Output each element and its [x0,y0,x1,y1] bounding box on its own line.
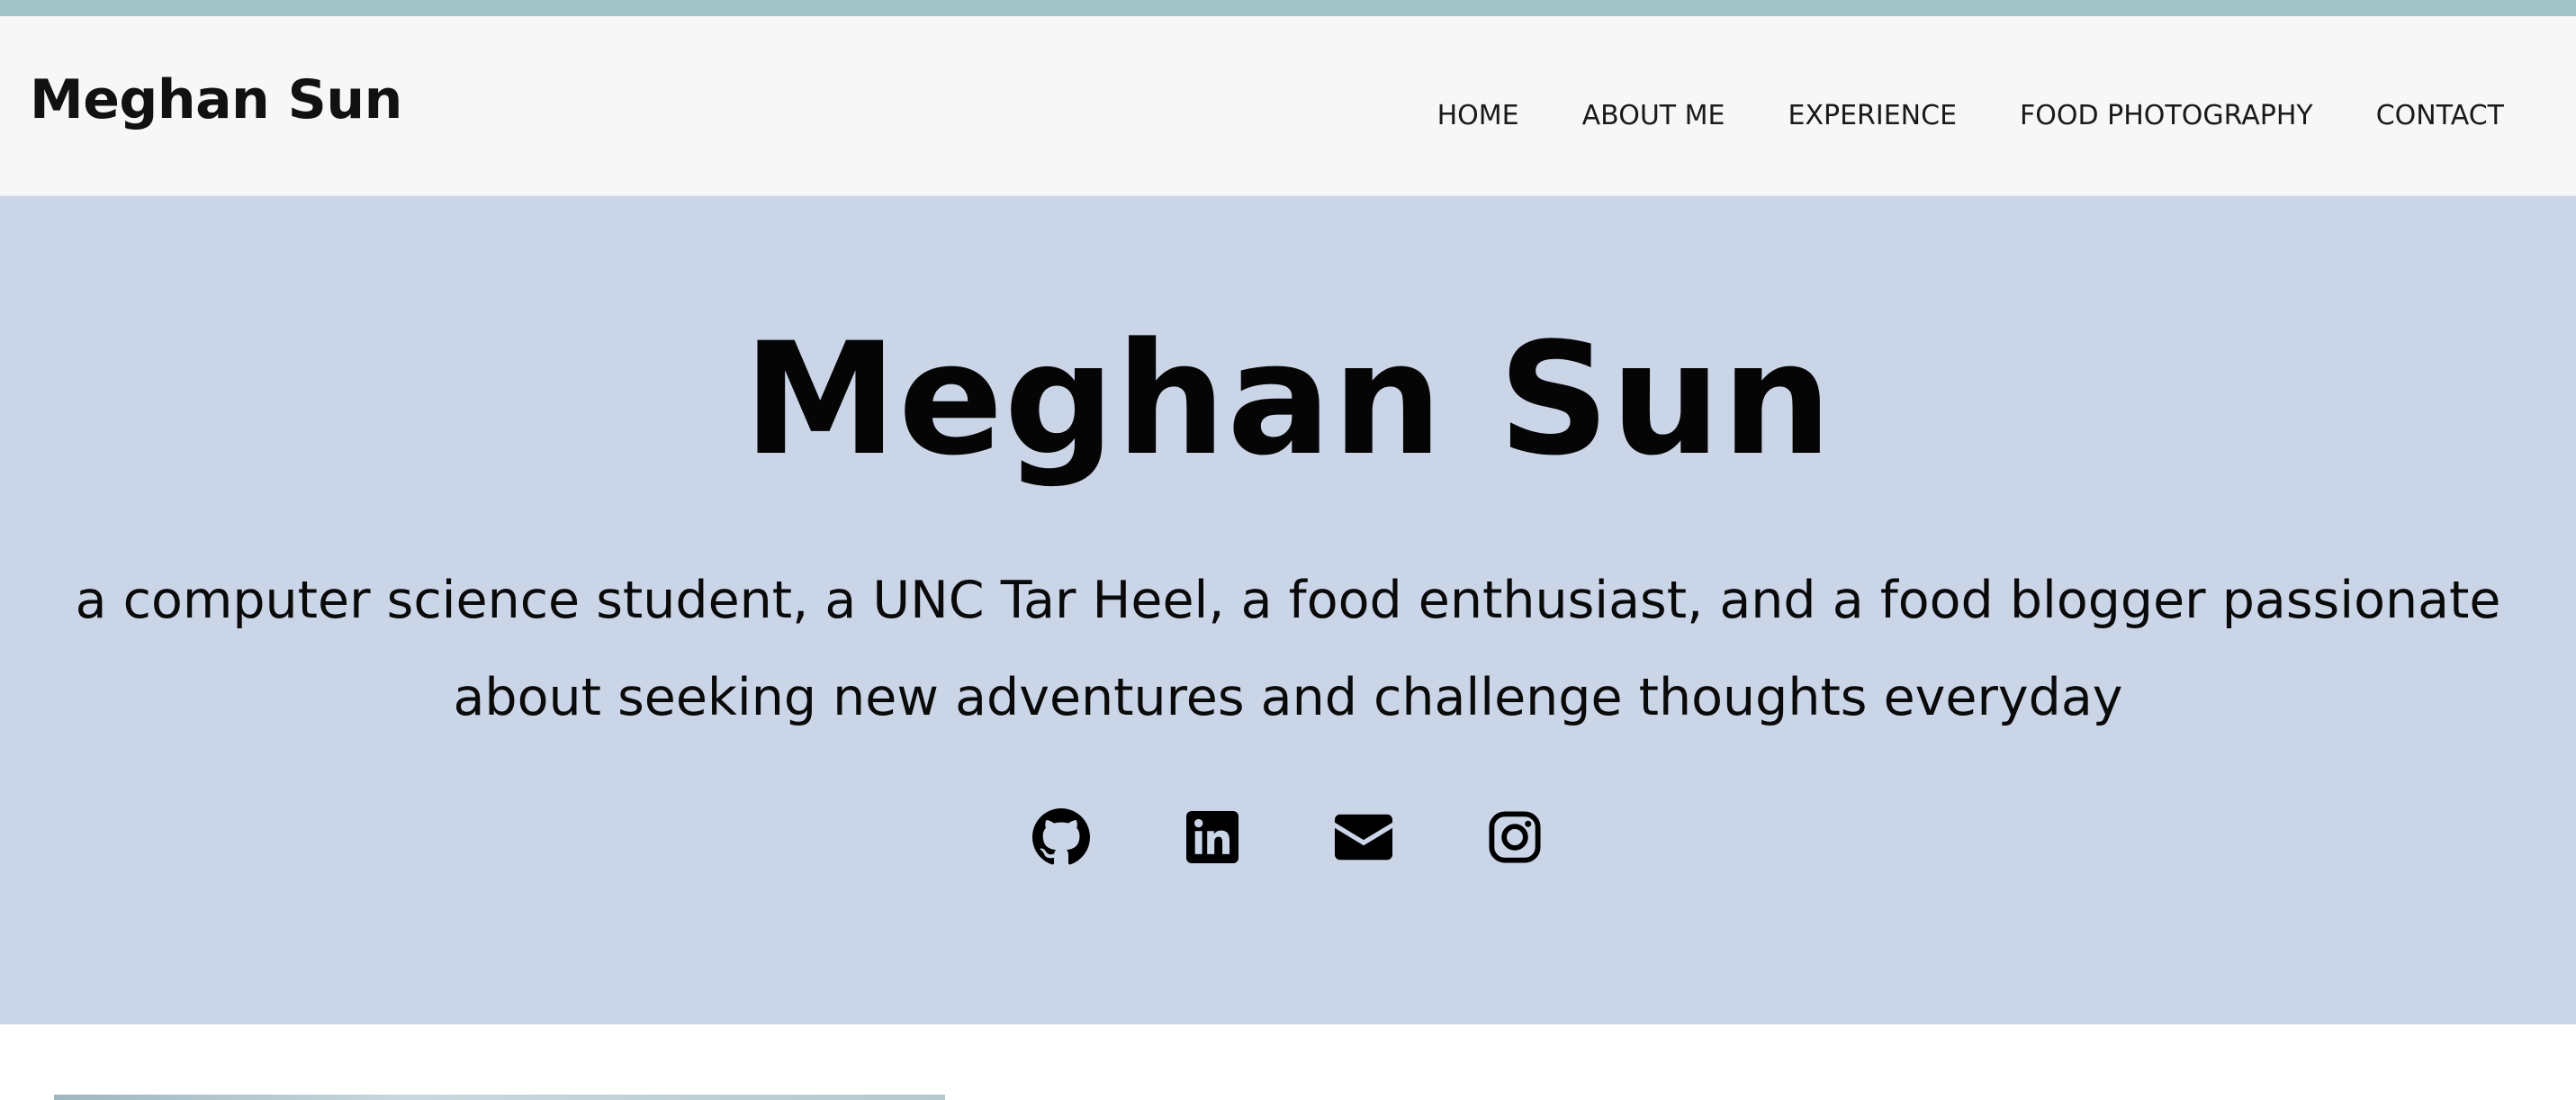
github-icon[interactable] [1032,808,1090,866]
hero-tagline: a computer science student, a UNC Tar He… [75,571,2501,727]
nav-menu: HOME ABOUT ME EXPERIENCE FOOD PHOTOGRAPH… [1437,103,2504,130]
content-image-top-edge [54,1095,945,1100]
nav-link-home[interactable]: HOME [1437,103,1519,130]
linkedin-icon[interactable] [1184,808,1241,866]
nav-link-food-photography[interactable]: FOOD PHOTOGRAPHY [2020,103,2313,130]
top-accent-strip [0,0,2576,16]
content-section [0,1024,2576,1100]
email-icon[interactable] [1335,808,1392,866]
nav-link-about-me[interactable]: ABOUT ME [1582,103,1725,130]
hero-title: Meghan Sun [743,309,1833,490]
social-links [0,808,2576,866]
instagram-icon[interactable] [1486,808,1544,866]
nav-link-contact[interactable]: CONTACT [2376,103,2504,130]
nav-link-experience[interactable]: EXPERIENCE [1788,103,1957,130]
navbar: Meghan Sun HOME ABOUT ME EXPERIENCE FOOD… [0,16,2576,196]
hero-section: Meghan Sun a computer science student, a… [0,196,2576,1024]
brand-logo-text[interactable]: Meghan Sun [30,73,402,127]
